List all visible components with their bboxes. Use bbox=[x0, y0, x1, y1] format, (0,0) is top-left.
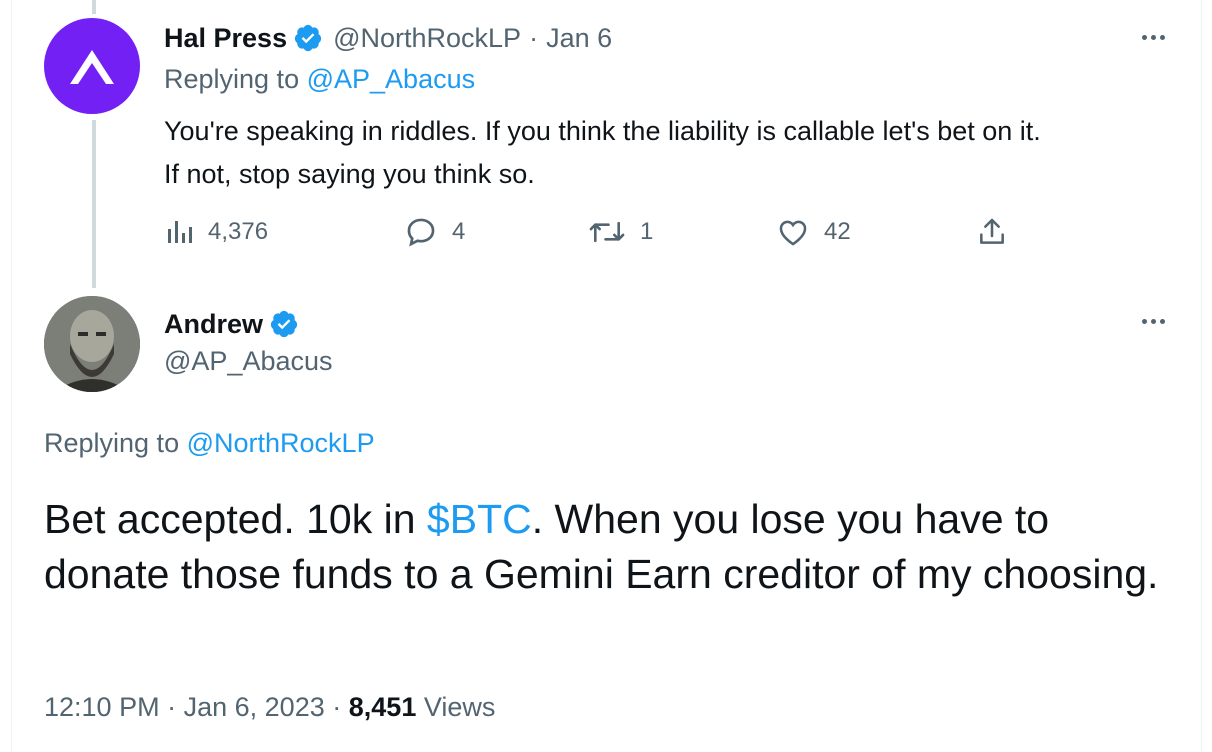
tweet2-meta: 12:10 PM · Jan 6, 2023 · 8,451 Views bbox=[44, 692, 495, 723]
tweet2-handle[interactable]: @AP_Abacus bbox=[164, 346, 333, 377]
tweet2-views-count: 8,451 bbox=[348, 692, 417, 722]
tweet2-replying-prefix: Replying to bbox=[44, 428, 180, 458]
tweet1-replying-to-link[interactable]: @AP_Abacus bbox=[307, 64, 476, 94]
tweet2-replying-to-link[interactable]: @NorthRockLP bbox=[187, 428, 375, 458]
retweet-count: 1 bbox=[640, 218, 654, 245]
tweet1-replying-prefix: Replying to bbox=[164, 64, 300, 94]
share-button[interactable] bbox=[976, 212, 1008, 252]
tweet1-display-name[interactable]: Hal Press bbox=[164, 23, 287, 54]
tweet2-sep1: · bbox=[167, 692, 177, 722]
btc-cashtag-link[interactable]: $BTC bbox=[427, 496, 532, 542]
frame-border-right bbox=[1201, 0, 1202, 752]
tweet2-text-before: Bet accepted. 10k in bbox=[44, 496, 427, 542]
tweet2-display-name[interactable]: Andrew bbox=[164, 309, 263, 340]
tweet2-replying-line: Replying to @NorthRockLP bbox=[44, 428, 375, 459]
thread-line-connector bbox=[92, 120, 96, 288]
avatar-andrew[interactable] bbox=[44, 296, 140, 392]
tweet1-text-line2: If not, stop saying you think so. bbox=[164, 159, 535, 189]
avatar-hal-press[interactable] bbox=[44, 18, 140, 114]
reply-icon bbox=[407, 218, 435, 247]
tweet1-header: Hal Press @NorthRockLP · Jan 6 bbox=[164, 18, 612, 58]
tweet1-separator: · bbox=[529, 22, 539, 53]
tweet2-text: Bet accepted. 10k in $BTC. When you lose… bbox=[44, 492, 1184, 602]
tweet1-action-bar: 4,376 4 1 42 bbox=[164, 212, 1064, 252]
tweet1-handle[interactable]: @NorthRockLP bbox=[333, 23, 521, 54]
tweet1-replying-line: Replying to @AP_Abacus bbox=[164, 64, 475, 95]
frame-border-left bbox=[11, 0, 12, 752]
views-icon bbox=[168, 221, 192, 243]
like-button[interactable]: 42 bbox=[776, 212, 851, 252]
tweet2-time[interactable]: 12:10 PM bbox=[44, 692, 160, 722]
views-button[interactable]: 4,376 bbox=[164, 212, 268, 252]
verified-badge-icon bbox=[294, 24, 322, 52]
tweet1-more-icon[interactable] bbox=[1142, 35, 1165, 40]
verified-badge-icon bbox=[270, 310, 298, 338]
tweet1-text: You're speaking in riddles. If you think… bbox=[164, 110, 1184, 196]
views-count: 4,376 bbox=[208, 218, 269, 245]
tweet2-more-icon[interactable] bbox=[1142, 319, 1165, 324]
retweet-icon bbox=[589, 221, 625, 243]
like-icon bbox=[779, 220, 807, 246]
tweet1-text-line1: You're speaking in riddles. If you think… bbox=[164, 116, 1041, 146]
share-icon bbox=[980, 218, 1004, 244]
tweet2-views-label: Views bbox=[423, 692, 496, 722]
tweet1-date[interactable]: Jan 6 bbox=[546, 23, 612, 54]
chevron-logo-icon bbox=[70, 50, 114, 84]
thread-line-top bbox=[92, 0, 96, 14]
tweet2-date[interactable]: Jan 6, 2023 bbox=[184, 692, 325, 722]
retweet-button[interactable]: 1 bbox=[588, 212, 653, 252]
portrait-avatar-icon bbox=[44, 296, 140, 392]
like-count: 42 bbox=[824, 218, 851, 245]
reply-count: 4 bbox=[452, 218, 466, 245]
reply-button[interactable]: 4 bbox=[404, 212, 465, 252]
tweet2-sep2: · bbox=[332, 692, 342, 722]
tweet2-header: Andrew bbox=[164, 304, 299, 344]
